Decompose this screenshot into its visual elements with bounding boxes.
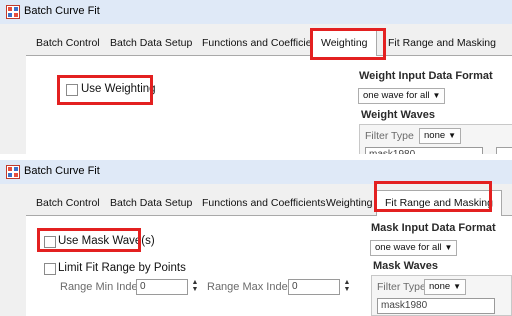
filter-type-value: none bbox=[429, 281, 451, 292]
tab-functions-and-coefficients[interactable]: Functions and Coefficients bbox=[202, 194, 326, 214]
range-max-value: 0 bbox=[292, 281, 298, 292]
limit-fit-range-checkbox[interactable] bbox=[44, 263, 56, 275]
mask-waves-group: Filter Type none ▼ mask1980 bbox=[371, 275, 512, 316]
tab-batch-data-setup[interactable]: Batch Data Setup bbox=[110, 34, 192, 54]
spinner-arrows-icon[interactable]: ▲ ▼ bbox=[341, 279, 353, 295]
limit-fit-range-label: Limit Fit Range by Points bbox=[58, 262, 186, 274]
use-mask-wave-highlight bbox=[37, 228, 141, 252]
filter-type-label: Filter Type bbox=[365, 130, 414, 142]
range-max-label: Range Max Index bbox=[207, 281, 294, 293]
tab-batch-control[interactable]: Batch Control bbox=[36, 194, 100, 214]
mask-input-format-heading: Mask Input Data Format bbox=[371, 222, 496, 234]
chevron-down-icon: ▼ bbox=[453, 282, 462, 291]
window-title: Batch Curve Fit bbox=[24, 5, 100, 17]
mask-input-format-value: one wave for all bbox=[375, 242, 442, 253]
tab-fit-range-and-masking[interactable]: Fit Range and Masking bbox=[388, 34, 496, 54]
filter-type-select[interactable]: none ▼ bbox=[419, 128, 462, 144]
range-max-input[interactable]: 0 bbox=[288, 279, 340, 295]
weight-input-format-select[interactable]: one wave for all ▼ bbox=[358, 88, 446, 104]
tab-weighting[interactable]: Weighting bbox=[326, 194, 373, 214]
chevron-down-icon: ▼ bbox=[444, 243, 453, 252]
filter-type-value: none bbox=[424, 130, 446, 141]
range-min-label: Range Min Index bbox=[60, 281, 144, 293]
mask-input-format-select[interactable]: one wave for all ▼ bbox=[370, 240, 458, 256]
batch-curve-fit-icon bbox=[6, 165, 20, 179]
weight-input-format-heading: Weight Input Data Format bbox=[359, 70, 493, 82]
fit-range-tab-highlight bbox=[374, 181, 492, 212]
weight-wave-extra-field[interactable] bbox=[496, 147, 512, 154]
tab-functions-and-coefficients[interactable]: Functions and Coefficients bbox=[202, 34, 326, 54]
chevron-down-icon: ▼ bbox=[448, 131, 457, 140]
filter-type-label: Filter Type bbox=[377, 281, 426, 293]
mask-wave-field[interactable]: mask1980 bbox=[377, 298, 495, 314]
tab-strip: Batch Control Batch Data Setup Functions… bbox=[26, 30, 512, 56]
weighting-panel: Batch Curve Fit Batch Control Batch Data… bbox=[0, 0, 512, 154]
window-title: Batch Curve Fit bbox=[24, 165, 100, 177]
fit-range-panel: Batch Curve Fit Batch Control Batch Data… bbox=[0, 160, 512, 316]
weight-input-format-value: one wave for all bbox=[363, 90, 430, 101]
batch-curve-fit-icon bbox=[6, 5, 20, 19]
tab-batch-control[interactable]: Batch Control bbox=[36, 34, 100, 54]
weight-waves-heading: Weight Waves bbox=[361, 109, 435, 121]
spinner-arrows-icon[interactable]: ▲ ▼ bbox=[189, 279, 201, 295]
title-bar: Batch Curve Fit bbox=[0, 0, 512, 24]
weighting-tab-highlight bbox=[310, 28, 386, 60]
tab-batch-data-setup[interactable]: Batch Data Setup bbox=[110, 194, 192, 214]
range-min-input[interactable]: 0 bbox=[136, 279, 188, 295]
chevron-down-icon: ▼ bbox=[432, 91, 441, 100]
mask-waves-heading: Mask Waves bbox=[373, 260, 439, 272]
weight-waves-group: Filter Type none▼ mask1980 bbox=[359, 124, 512, 154]
use-weighting-highlight bbox=[57, 75, 153, 105]
weight-wave-field[interactable]: mask1980 bbox=[365, 147, 483, 154]
mask-wave-value: mask1980 bbox=[381, 300, 428, 311]
filter-type-select[interactable]: none ▼ bbox=[424, 279, 467, 295]
range-min-value: 0 bbox=[140, 281, 146, 292]
